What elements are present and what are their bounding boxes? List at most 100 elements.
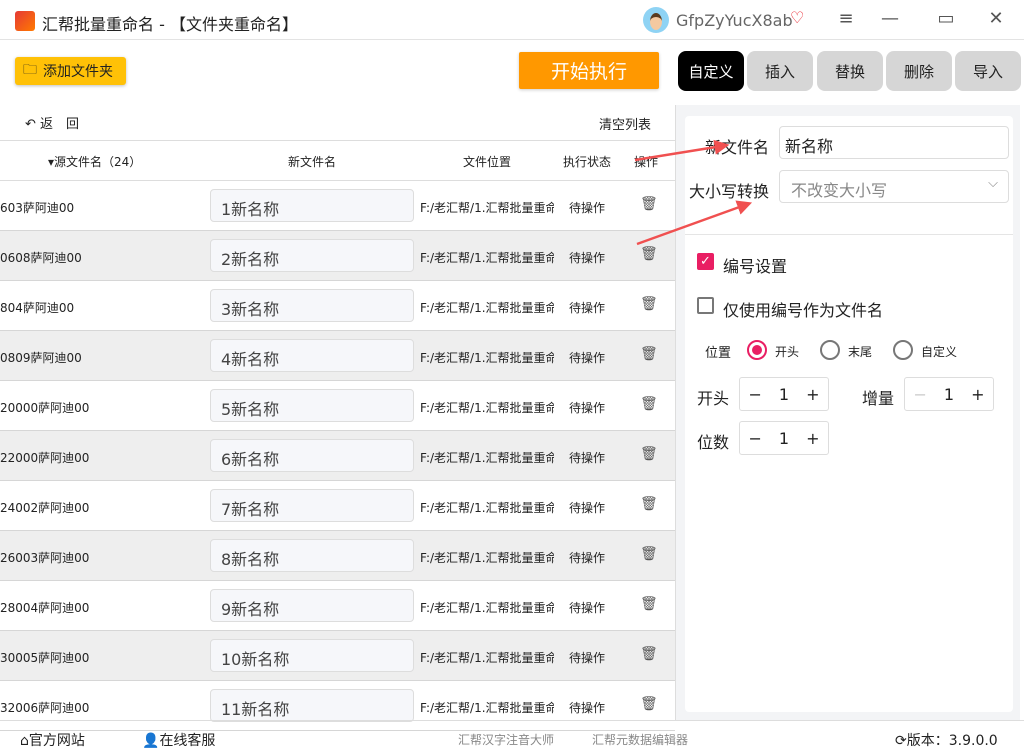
case-select[interactable]: 不改变大小写 ⌵ xyxy=(779,170,1009,203)
version-label: 版本：3.9.0.0 xyxy=(906,733,998,749)
tab-insert[interactable]: 插入 xyxy=(747,51,813,91)
source-name: 28004萨阿迪00 xyxy=(0,601,90,615)
start-button[interactable]: 开始执行 xyxy=(519,52,659,89)
pinyin-app-link[interactable]: 汇帮汉字注音大师 xyxy=(458,731,554,748)
status: 待操作 xyxy=(569,601,606,615)
minus-icon[interactable]: − xyxy=(749,429,762,448)
table-row[interactable]: 28004萨阿迪00 9新名称 F:/老汇帮/1.汇帮批量重命 待操作 🗑 xyxy=(0,581,675,631)
file-location: F:/老汇帮/1.汇帮批量重命 xyxy=(420,701,554,715)
new-name-field[interactable]: 7新名称 xyxy=(210,489,414,522)
add-folder-button[interactable]: 🗀 添加文件夹 xyxy=(15,57,126,85)
source-name: 0608萨阿迪00 xyxy=(0,251,82,265)
trash-icon[interactable]: 🗑 xyxy=(640,546,658,562)
website-label: 官方网站 xyxy=(28,733,85,749)
table-row[interactable]: 603萨阿迪00 1新名称 F:/老汇帮/1.汇帮批量重命 待操作 🗑 xyxy=(0,181,675,231)
file-location: F:/老汇帮/1.汇帮批量重命 xyxy=(420,451,554,465)
trash-icon[interactable]: 🗑 xyxy=(640,446,658,462)
header-status: 执行状态 xyxy=(563,155,612,169)
only-number-label: 仅使用编号作为文件名 xyxy=(723,301,884,320)
tab-custom[interactable]: 自定义 xyxy=(678,51,744,91)
position-radio-start[interactable] xyxy=(747,340,767,360)
new-name-field[interactable]: 11新名称 xyxy=(210,689,414,722)
start-stepper[interactable]: −1 + xyxy=(739,377,829,411)
version[interactable]: ⟳版本：3.9.0.0 xyxy=(895,730,998,750)
header-source[interactable]: ▾源文件名（24） xyxy=(48,153,141,170)
vip-diamond-icon[interactable]: ♡ xyxy=(790,8,804,27)
digits-value[interactable]: 1 xyxy=(779,429,789,448)
status: 待操作 xyxy=(569,301,606,315)
table-row[interactable]: 30005萨阿迪00 10新名称 F:/老汇帮/1.汇帮批量重命 待操作 🗑 xyxy=(0,631,675,681)
trash-icon[interactable]: 🗑 xyxy=(640,496,658,512)
metadata-app-link[interactable]: 汇帮元数据编辑器 xyxy=(592,731,688,748)
increment-value[interactable]: 1 xyxy=(944,385,954,404)
table-row[interactable]: 24002萨阿迪00 7新名称 F:/老汇帮/1.汇帮批量重命 待操作 🗑 xyxy=(0,481,675,531)
digits-stepper[interactable]: −1 + xyxy=(739,421,829,455)
tab-replace[interactable]: 替换 xyxy=(817,51,883,91)
tab-delete[interactable]: 删除 xyxy=(886,51,952,91)
trash-icon[interactable]: 🗑 xyxy=(640,246,658,262)
source-name: 20000萨阿迪00 xyxy=(0,401,90,415)
new-name-input[interactable]: 新名称 xyxy=(779,126,1009,159)
file-location: F:/老汇帮/1.汇帮批量重命 xyxy=(420,251,554,265)
close-icon[interactable]: ✕ xyxy=(984,8,1008,29)
numbering-checkbox[interactable]: ✓ xyxy=(697,253,714,270)
avatar[interactable] xyxy=(643,7,669,33)
status: 待操作 xyxy=(569,551,606,565)
increment-label: 增量 xyxy=(862,389,895,408)
start-value[interactable]: 1 xyxy=(779,385,789,404)
support-link[interactable]: 👤在线客服 xyxy=(142,730,215,750)
maximize-icon[interactable]: ▭ xyxy=(934,8,958,29)
back-label: 返 回 xyxy=(40,117,80,132)
menu-icon[interactable]: ≡ xyxy=(834,8,858,29)
new-name-field[interactable]: 5新名称 xyxy=(210,389,414,422)
table-row[interactable]: 804萨阿迪00 3新名称 F:/老汇帮/1.汇帮批量重命 待操作 🗑 xyxy=(0,281,675,331)
new-name-field[interactable]: 10新名称 xyxy=(210,639,414,672)
trash-icon[interactable]: 🗑 xyxy=(640,396,658,412)
refresh-icon: ⟳ xyxy=(895,733,907,749)
plus-icon[interactable]: + xyxy=(971,385,984,404)
position-radio-end[interactable] xyxy=(820,340,840,360)
back-button[interactable]: ↶ 返 回 xyxy=(25,113,79,132)
source-name: 26003萨阿迪00 xyxy=(0,551,90,565)
trash-icon[interactable]: 🗑 xyxy=(640,696,658,712)
source-name: 30005萨阿迪00 xyxy=(0,651,90,665)
table-row[interactable]: 20000萨阿迪00 5新名称 F:/老汇帮/1.汇帮批量重命 待操作 🗑 xyxy=(0,381,675,431)
trash-icon[interactable]: 🗑 xyxy=(640,296,658,312)
new-name-field[interactable]: 2新名称 xyxy=(210,239,414,272)
folder-plus-icon: 🗀 xyxy=(23,62,37,78)
source-name: 24002萨阿迪00 xyxy=(0,501,90,515)
status: 待操作 xyxy=(569,651,606,665)
minimize-icon[interactable]: — xyxy=(878,8,902,29)
file-location: F:/老汇帮/1.汇帮批量重命 xyxy=(420,351,554,365)
increment-stepper[interactable]: −1 + xyxy=(904,377,994,411)
trash-icon[interactable]: 🗑 xyxy=(640,596,658,612)
table-row[interactable]: 22000萨阿迪00 6新名称 F:/老汇帮/1.汇帮批量重命 待操作 🗑 xyxy=(0,431,675,481)
trash-icon[interactable]: 🗑 xyxy=(640,346,658,362)
table-row[interactable]: 0809萨阿迪00 4新名称 F:/老汇帮/1.汇帮批量重命 待操作 🗑 xyxy=(0,331,675,381)
table-row[interactable]: 0608萨阿迪00 2新名称 F:/老汇帮/1.汇帮批量重命 待操作 🗑 xyxy=(0,231,675,281)
status: 待操作 xyxy=(569,351,606,365)
new-name-field[interactable]: 8新名称 xyxy=(210,539,414,572)
plus-icon[interactable]: + xyxy=(806,385,819,404)
minus-icon[interactable]: − xyxy=(749,385,762,404)
new-name-field[interactable]: 1新名称 xyxy=(210,189,414,222)
only-number-checkbox[interactable] xyxy=(697,297,714,314)
start-label: 开头 xyxy=(697,389,730,408)
new-name-field[interactable]: 3新名称 xyxy=(210,289,414,322)
plus-icon[interactable]: + xyxy=(806,429,819,448)
position-start-label: 开头 xyxy=(775,345,800,359)
clear-list-button[interactable]: 清空列表 xyxy=(599,114,651,133)
trash-icon[interactable]: 🗑 xyxy=(640,196,658,212)
position-radio-custom[interactable] xyxy=(893,340,913,360)
new-name-field[interactable]: 9新名称 xyxy=(210,589,414,622)
settings-card xyxy=(685,116,1013,712)
trash-icon[interactable]: 🗑 xyxy=(640,646,658,662)
source-name: 0809萨阿迪00 xyxy=(0,351,82,365)
minus-icon: − xyxy=(913,384,927,404)
username[interactable]: GfpZyYucX8ab xyxy=(676,11,793,30)
new-name-field[interactable]: 6新名称 xyxy=(210,439,414,472)
table-row[interactable]: 26003萨阿迪00 8新名称 F:/老汇帮/1.汇帮批量重命 待操作 🗑 xyxy=(0,531,675,581)
new-name-field[interactable]: 4新名称 xyxy=(210,339,414,372)
tab-import[interactable]: 导入 xyxy=(955,51,1021,91)
website-link[interactable]: ⌂官方网站 xyxy=(20,730,85,750)
